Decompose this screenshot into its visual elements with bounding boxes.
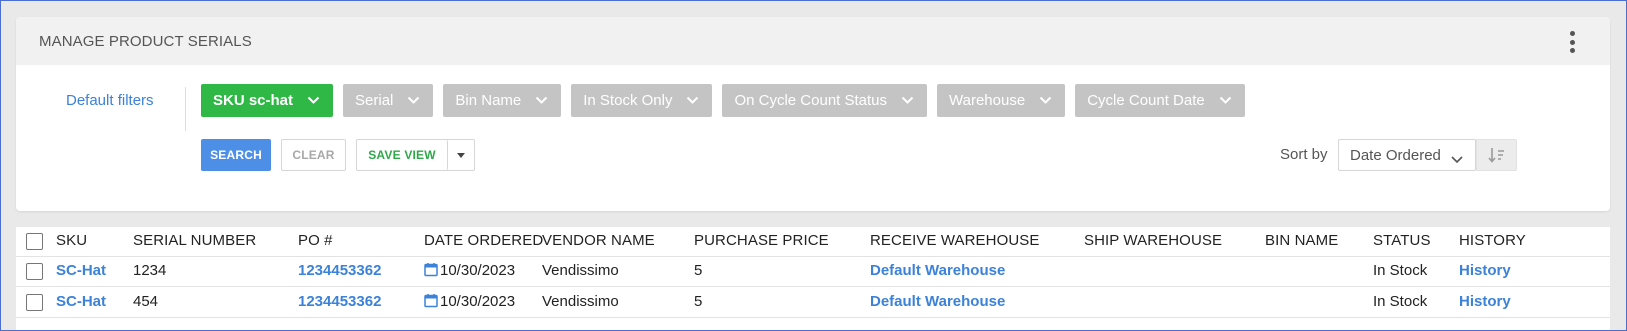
select-all-checkbox[interactable] [26, 233, 43, 250]
filter-chip[interactable]: In Stock Only [571, 84, 713, 117]
filter-chip-label: Serial [355, 92, 394, 109]
filter-actions: SEARCH CLEAR SAVE VIEW [201, 139, 475, 171]
chevron-down-icon [686, 96, 700, 106]
col-receive-warehouse[interactable]: RECEIVE WAREHOUSE [870, 227, 1040, 257]
date-ordered: 10/30/2023 [424, 288, 515, 318]
row-checkbox[interactable] [26, 294, 43, 311]
sort-by-value: Date Ordered [1350, 146, 1441, 164]
manage-serials-panel: MANAGE PRODUCT SERIALS Default filters S… [16, 17, 1610, 211]
filter-chip[interactable]: Warehouse [937, 84, 1066, 117]
filter-chips: SKU sc-hat Serial Bin Name In Stock Only On … [201, 84, 1245, 117]
filter-chip-label: Bin Name [455, 92, 522, 109]
sku-link[interactable]: SC-Hat [56, 257, 106, 287]
row-checkbox[interactable] [26, 263, 43, 280]
date-text: 10/30/2023 [440, 293, 516, 310]
sort-direction-button[interactable] [1476, 139, 1517, 171]
po-link[interactable]: 1234453362 [298, 288, 381, 318]
chevron-down-icon [1451, 151, 1463, 168]
serials-table: SKU SERIAL NUMBER PO # DATE ORDERED VEND… [16, 227, 1610, 331]
filter-chip[interactable]: Cycle Count Date [1075, 84, 1245, 117]
save-view-dropdown-icon[interactable] [448, 140, 474, 170]
chevron-down-icon [1219, 96, 1233, 106]
panel-title: MANAGE PRODUCT SERIALS [39, 32, 252, 50]
serial-number: 1234 [133, 262, 167, 279]
purchase-price: 5 [694, 293, 703, 310]
vendor-name: Vendissimo [542, 262, 619, 279]
date-ordered: 10/30/2023 [424, 257, 515, 287]
col-ship-warehouse[interactable]: SHIP WAREHOUSE [1084, 227, 1222, 257]
search-button[interactable]: SEARCH [201, 139, 271, 171]
date-text: 10/30/2023 [440, 262, 516, 279]
sort-by-label: Sort by [1280, 146, 1328, 163]
history-link[interactable]: History [1459, 288, 1511, 318]
save-view-group: SAVE VIEW [356, 139, 475, 171]
filter-chip-label: Warehouse [949, 92, 1026, 109]
clear-button[interactable]: CLEAR [281, 139, 346, 171]
filter-chip-label: SKU sc-hat [213, 92, 294, 109]
col-po[interactable]: PO # [298, 227, 333, 257]
calendar-icon [424, 290, 438, 318]
po-link[interactable]: 1234453362 [298, 257, 381, 287]
filter-chip-label: Cycle Count Date [1087, 92, 1205, 109]
filter-divider [185, 87, 186, 131]
purchase-price: 5 [694, 262, 703, 279]
col-sku[interactable]: SKU [56, 227, 87, 257]
col-vendor-name[interactable]: VENDOR NAME [542, 227, 655, 257]
chevron-down-icon [1039, 96, 1053, 106]
col-serial-number[interactable]: SERIAL NUMBER [133, 227, 256, 257]
save-view-button[interactable]: SAVE VIEW [357, 140, 448, 170]
col-bin-name[interactable]: BIN NAME [1265, 227, 1338, 257]
col-purchase-price[interactable]: PURCHASE PRICE [694, 227, 829, 257]
table-row: SC-Hat 454 1234453362 10/30/2023 Vendissimo 5… [16, 288, 1610, 318]
filter-chip[interactable]: Bin Name [443, 84, 562, 117]
receive-warehouse-link[interactable]: Default Warehouse [870, 257, 1005, 287]
calendar-icon [424, 259, 438, 287]
chevron-down-icon [535, 96, 549, 106]
serial-number: 454 [133, 293, 159, 310]
default-filters-link[interactable]: Default filters [66, 92, 154, 109]
col-history[interactable]: HISTORY [1459, 227, 1526, 257]
sort-by-select[interactable]: Date Ordered [1338, 139, 1476, 171]
vendor-name: Vendissimo [542, 293, 619, 310]
chevron-down-icon [307, 96, 321, 106]
filter-chip-label: In Stock Only [583, 92, 673, 109]
filter-chip[interactable]: On Cycle Count Status [722, 84, 928, 117]
col-date-ordered[interactable]: DATE ORDERED [424, 227, 543, 257]
table-row: SC-Hat 1234 1234453362 10/30/2023 Vendissimo… [16, 257, 1610, 287]
chevron-down-icon [407, 96, 421, 106]
status: In Stock [1373, 293, 1428, 310]
filter-chip[interactable]: Serial [343, 84, 434, 117]
more-options-icon[interactable] [1568, 31, 1576, 53]
filter-chip-label: On Cycle Count Status [734, 92, 888, 109]
table-header-row: SKU SERIAL NUMBER PO # DATE ORDERED VEND… [16, 227, 1610, 257]
panel-header: MANAGE PRODUCT SERIALS [16, 17, 1610, 65]
receive-warehouse-link[interactable]: Default Warehouse [870, 288, 1005, 318]
history-link[interactable]: History [1459, 257, 1511, 287]
sort-descending-icon [1487, 148, 1504, 163]
col-status[interactable]: STATUS [1373, 227, 1431, 257]
filter-chip[interactable]: SKU sc-hat [201, 84, 334, 117]
chevron-down-icon [901, 96, 915, 106]
sku-link[interactable]: SC-Hat [56, 288, 106, 318]
status: In Stock [1373, 262, 1428, 279]
